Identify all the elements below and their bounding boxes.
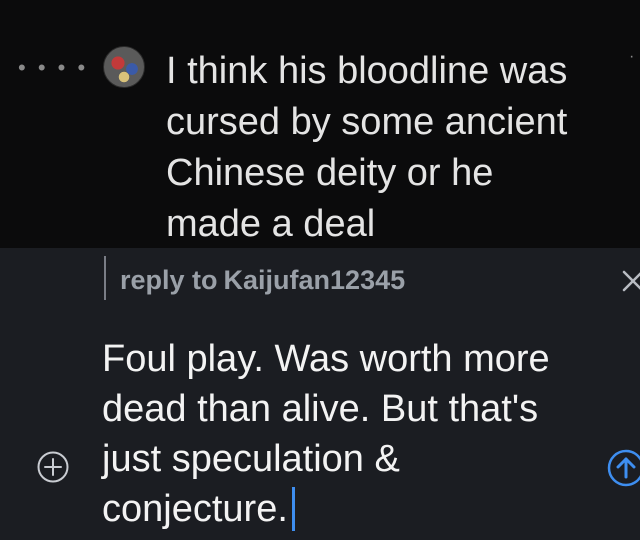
thread-indicator-dots[interactable]: • • • • <box>18 57 88 79</box>
text-caret <box>291 487 295 531</box>
more-options-icon[interactable]: · <box>629 48 637 66</box>
arrow-up-circle-icon[interactable] <box>606 448 640 488</box>
reply-username: Kaijufan12345 <box>223 265 406 295</box>
draft-text: Foul play. Was worth more dead than aliv… <box>102 338 550 530</box>
close-icon[interactable] <box>618 266 640 296</box>
commenter-avatar[interactable] <box>103 46 145 88</box>
reply-composer: reply to Kaijufan12345 Foul play. Was wor… <box>0 248 640 540</box>
comment-text: I think his bloodline was cursed by some… <box>166 50 568 245</box>
reply-to-label: reply to Kaijufan12345 <box>120 262 405 298</box>
reply-indicator-bar <box>104 256 106 300</box>
reply-prefix: reply to <box>120 265 218 295</box>
parent-comment: • • • • I think his bloodline was cursed… <box>0 0 640 248</box>
reply-text-input[interactable]: Foul play. Was worth more dead than aliv… <box>102 334 582 534</box>
plus-circle-icon[interactable] <box>36 450 70 484</box>
